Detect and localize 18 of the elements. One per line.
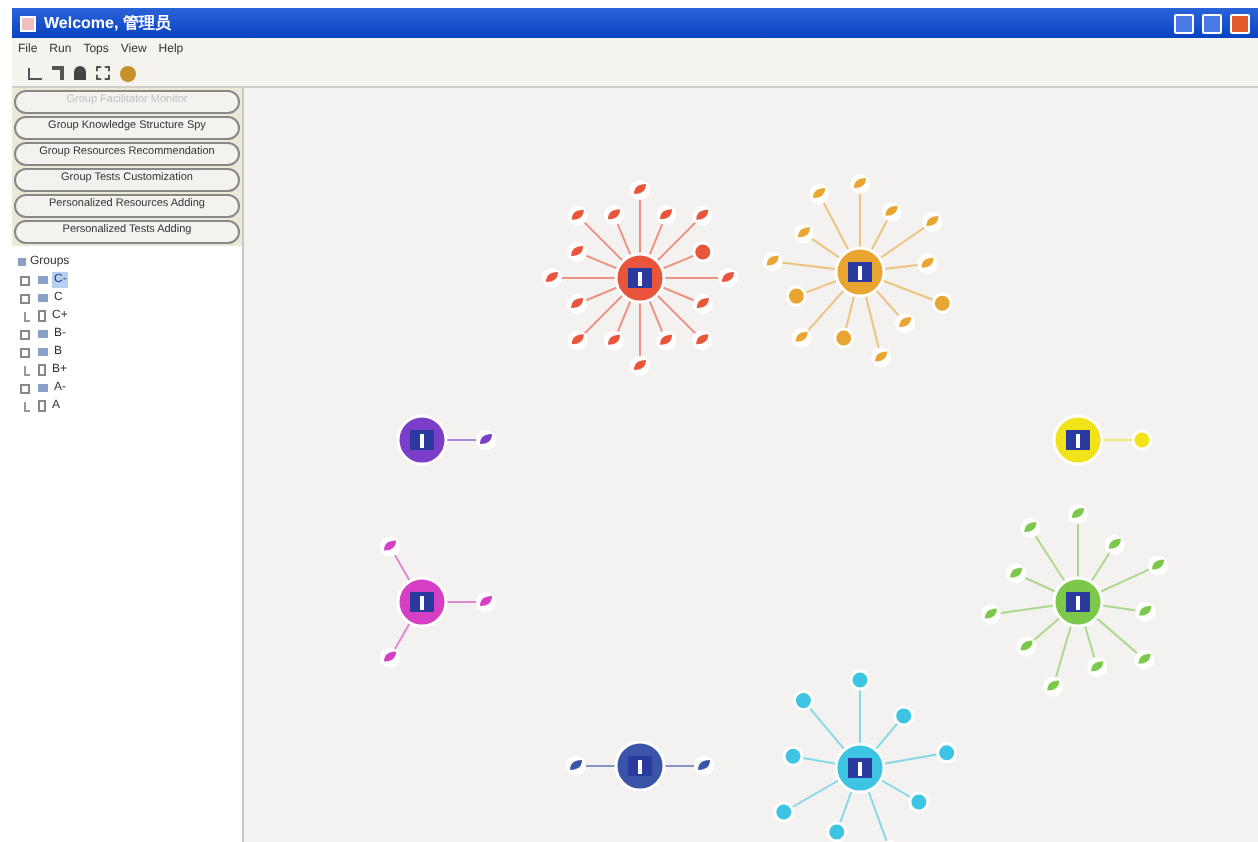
expand-icon[interactable] <box>20 293 30 303</box>
expand-icon[interactable] <box>20 275 30 285</box>
expand-icon[interactable] <box>20 383 30 393</box>
file-icon <box>38 310 46 322</box>
expand-icon[interactable] <box>20 329 30 339</box>
minimize-button[interactable] <box>1174 13 1194 33</box>
maximize-button[interactable] <box>1202 13 1222 33</box>
close-button[interactable] <box>1230 13 1250 33</box>
folder-icon <box>38 384 48 392</box>
file-icon <box>38 364 46 376</box>
group-cluster-drawing <box>396 414 496 466</box>
folder-icon <box>18 258 26 266</box>
file-icon <box>38 400 46 412</box>
group-cluster-drawing <box>1052 414 1153 466</box>
window-title: Welcome, 管理员 <box>44 15 171 31</box>
group-cluster-drawing <box>380 536 496 668</box>
expand-icon[interactable] <box>20 347 30 357</box>
app-icon <box>20 15 36 31</box>
